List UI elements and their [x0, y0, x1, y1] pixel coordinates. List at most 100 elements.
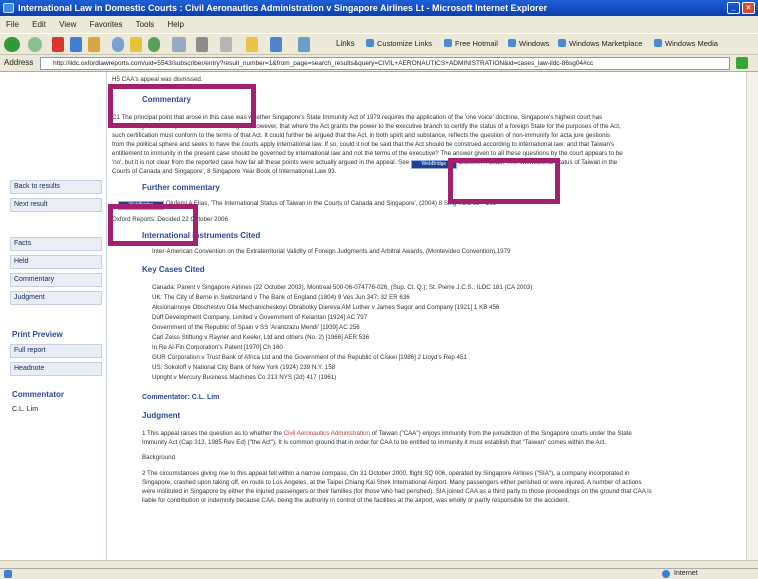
internet-zone-icon	[662, 570, 670, 578]
case-item: In Re Al-Fin Corporation's Patent [1970]…	[152, 344, 283, 351]
case-item: Canada: Parent v Singapore Airlines (22 …	[152, 284, 533, 291]
home-icon[interactable]	[88, 37, 100, 52]
link-free-hotmail[interactable]: Free Hotmail	[444, 39, 498, 48]
highlight-box-further-webbridge	[108, 204, 198, 246]
c1-line-4: from the political sphere and seeks to h…	[112, 141, 615, 148]
report-date: Oxford Reports: Decided 22 October 2006	[112, 216, 228, 223]
link-windows-media-label: Windows Media	[665, 39, 718, 48]
highlight-box-commentary	[108, 84, 256, 128]
link-customize-links-label: Customize Links	[377, 39, 433, 48]
case-item: Duff Development Company, Limited v Gove…	[152, 314, 368, 321]
case-item: Upright v Mercury Business Machines Co 2…	[152, 374, 337, 381]
ie-link-icon	[654, 39, 662, 47]
ie-link-icon	[558, 39, 566, 47]
menu-tools[interactable]: Tools	[136, 20, 155, 29]
ie-link-icon	[508, 39, 516, 47]
back-button-icon[interactable]	[4, 37, 20, 52]
ie-link-icon	[444, 39, 452, 47]
link-windows-marketplace-label: Windows Marketplace	[569, 39, 643, 48]
next-result-link[interactable]: Next result	[10, 198, 102, 212]
page-content: Back to results Next result Facts Held C…	[0, 72, 758, 560]
forward-button-icon[interactable]	[28, 37, 42, 52]
further-commentary-heading: Further commentary	[142, 183, 220, 192]
favorites-icon[interactable]	[130, 37, 142, 52]
ie-icon	[3, 3, 14, 13]
sidebar-item-facts[interactable]: Facts	[10, 237, 102, 251]
j2-line-1: 2 The circumstances giving rise to this …	[142, 470, 630, 477]
j1-text-a: 1 This appeal raises the question as to …	[142, 430, 282, 437]
menu-bar: File Edit View Favorites Tools Help	[0, 16, 758, 33]
sidebar-item-held[interactable]: Held	[10, 255, 102, 269]
menu-view[interactable]: View	[59, 20, 76, 29]
stop-icon[interactable]	[52, 37, 64, 52]
sidebar-item-commentary[interactable]: Commentary	[10, 273, 102, 287]
menu-help[interactable]: Help	[168, 20, 184, 29]
ie-link-icon	[366, 39, 374, 47]
j2-line-2: Singapore, crashed upon taking off, en r…	[142, 479, 642, 486]
highlight-box-webbridge-cite	[448, 158, 560, 204]
instrument-item: Inter-American Convention on the Extrate…	[152, 248, 511, 255]
mail-icon[interactable]	[172, 37, 186, 52]
further-commentary-item: WebBridge Olufemi A Elias, 'The Internat…	[118, 200, 743, 210]
commentator-heading: Commentator	[12, 390, 65, 399]
address-bar: Address http://ildc.oxfordlawreports.com…	[0, 55, 758, 72]
main-article: H5 CAA's appeal was dismissed. Commentar…	[112, 72, 752, 560]
browser-window: International Law in Domestic Courts : C…	[0, 0, 758, 579]
case-item: GUR Corporation v Trust Bank of Africa L…	[152, 354, 467, 361]
c1-line-7: Courts of Canada and Singapore', 8 Singa…	[112, 168, 337, 175]
sidebar-item-judgment[interactable]: Judgment	[10, 291, 102, 305]
print-icon[interactable]	[196, 37, 208, 52]
headnote-link[interactable]: Headnote	[10, 362, 102, 376]
case-item: Government of the Republic of Spain v SS…	[152, 324, 360, 331]
research-icon[interactable]	[298, 37, 310, 52]
vertical-scrollbar[interactable]	[746, 72, 758, 560]
commentator-line: Commentator: C.L. Lim	[142, 394, 220, 401]
case-item: Aksionairnoye Obschestvo Dlia Mechaniche…	[152, 304, 500, 311]
link-customize-links[interactable]: Customize Links	[366, 39, 432, 48]
link-windows-marketplace[interactable]: Windows Marketplace	[558, 39, 642, 48]
window-title: International Law in Domestic Courts : C…	[18, 3, 548, 13]
commentator-name: C.L. Lim	[12, 406, 39, 413]
menu-edit[interactable]: Edit	[32, 20, 46, 29]
maximize-button[interactable]: ×	[742, 2, 755, 14]
link-windows-label: Windows	[519, 39, 550, 48]
refresh-icon[interactable]	[70, 37, 82, 52]
print-preview-heading: Print Preview	[12, 330, 63, 339]
minimize-button[interactable]: _	[727, 2, 740, 14]
j2-line-3: were instituted in Singapore by either t…	[142, 488, 652, 495]
search-icon[interactable]	[112, 37, 124, 52]
address-input[interactable]: http://ildc.oxfordlawreports.com/uid=554…	[40, 57, 730, 70]
links-label: Links	[336, 39, 355, 48]
edit-icon[interactable]	[220, 37, 232, 52]
back-to-results-link[interactable]: Back to results	[10, 180, 102, 194]
folder-icon[interactable]	[246, 37, 258, 52]
link-free-hotmail-label: Free Hotmail	[455, 39, 498, 48]
judgment-heading: Judgment	[142, 411, 181, 420]
link-windows[interactable]: Windows	[508, 39, 549, 48]
status-bar: Internet	[0, 568, 758, 579]
case-item: Carl Zeiss Stiftung v Rayner and Keeler,…	[152, 334, 370, 341]
history-icon[interactable]	[148, 37, 160, 52]
j1-line-1: 1 This appeal raises the question as to …	[142, 430, 742, 439]
page-icon	[4, 570, 12, 578]
j2-line-4: liable for contribution or indemnity bec…	[142, 497, 570, 504]
go-arrow-icon[interactable]	[736, 57, 748, 69]
sidebar: Back to results Next result Facts Held C…	[0, 72, 107, 560]
menu-favorites[interactable]: Favorites	[90, 20, 123, 29]
party-link[interactable]: Civil Aeronautics Administration	[284, 430, 370, 437]
full-report-link[interactable]: Full report	[10, 344, 102, 358]
menu-file[interactable]: File	[6, 20, 19, 29]
link-windows-media[interactable]: Windows Media	[654, 39, 718, 48]
further-commentary-text: Olufemi A Elias, 'The International Stat…	[165, 200, 497, 207]
case-item: US: Sokoloff v National City Bank of New…	[152, 364, 336, 371]
c1-line-3: such certification must conform to the t…	[112, 132, 611, 139]
background-heading: Background	[142, 454, 176, 461]
messenger-icon[interactable]	[270, 37, 282, 52]
key-cases-heading: Key Cases Cited	[142, 265, 205, 274]
j1-line-2: Immunity Act (Cap 313, 1985 Rev Ed) ("th…	[142, 439, 607, 446]
title-bar: International Law in Domestic Courts : C…	[0, 0, 758, 16]
zone-label: Internet	[674, 570, 698, 577]
horizontal-scrollbar[interactable]	[0, 560, 758, 568]
address-label: Address	[4, 58, 34, 67]
c1-line-5: entitlement to immunity in the present c…	[112, 150, 623, 157]
